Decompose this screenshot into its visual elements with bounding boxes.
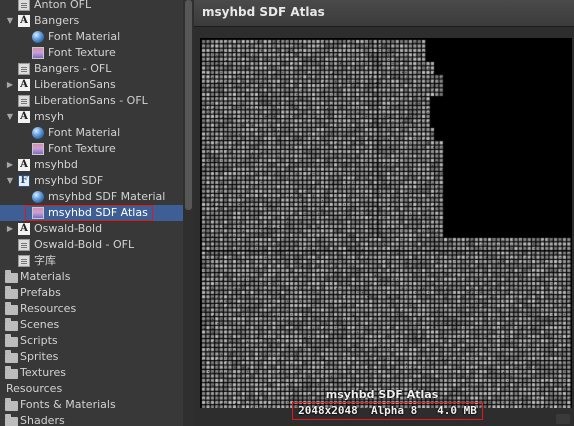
- font-icon: A: [18, 223, 30, 235]
- texture-icon: [32, 143, 44, 155]
- font-icon: A: [18, 159, 30, 171]
- collapse-arrow-icon[interactable]: ▶: [5, 157, 15, 173]
- material-icon: [32, 31, 44, 43]
- tree-item[interactable]: ▼ Fmsyhbd SDF: [0, 173, 183, 189]
- folder-icon: [5, 318, 18, 331]
- sdf-font-icon: F: [18, 175, 30, 187]
- tree-item-label: Bangers: [34, 14, 80, 27]
- tree-item[interactable]: Font Texture: [0, 45, 183, 61]
- tree-item-label: Resources: [20, 302, 77, 315]
- tree-item-label: Prefabs: [20, 286, 61, 299]
- tree-item-label: Anton OFL: [34, 0, 92, 11]
- tree-item-label: Shaders: [20, 414, 65, 426]
- tree-item[interactable]: msyhbd SDF Atlas: [0, 205, 183, 221]
- tree-item-label: msyhbd: [34, 158, 78, 171]
- tree-item[interactable]: Textures: [0, 365, 183, 381]
- folder-icon: [5, 302, 18, 315]
- tree-item-label: Oswald-Bold - OFL: [34, 238, 135, 251]
- tree-item[interactable]: Shaders: [0, 413, 183, 426]
- tree-item[interactable]: ▶ A LiberationSans: [0, 77, 183, 93]
- tree-item-label: Bangers - OFL: [34, 62, 112, 75]
- doc-icon: [18, 63, 30, 75]
- expand-arrow-icon[interactable]: ▼: [5, 13, 15, 29]
- tree-item[interactable]: Font Texture: [0, 141, 183, 157]
- folder-icon: [5, 366, 18, 379]
- tree-item-label: Font Material: [48, 30, 121, 43]
- tree-item[interactable]: Oswald-Bold - OFL: [0, 237, 183, 253]
- texture-icon: [32, 47, 44, 59]
- collapse-arrow-icon[interactable]: ▶: [5, 221, 15, 237]
- tree-item[interactable]: Materials: [0, 269, 183, 285]
- preview-title: msyhbd SDF Atlas: [202, 5, 325, 19]
- preview-header: msyhbd SDF Atlas: [194, 0, 574, 27]
- tree-item[interactable]: Resources: [0, 301, 183, 317]
- tree-item-label: Scenes: [20, 318, 60, 331]
- tree-item[interactable]: 字库: [0, 253, 183, 269]
- expand-arrow-icon[interactable]: ▼: [5, 173, 15, 189]
- font-icon: A: [18, 79, 30, 91]
- tree-item-label: Resources: [6, 382, 63, 395]
- selection-highlight-box: [25, 205, 153, 221]
- tree-item-label: msyhbd SDF: [34, 174, 104, 187]
- tree-item[interactable]: Font Material: [0, 125, 183, 141]
- tree-item-label: Materials: [20, 270, 71, 283]
- tree-item-label: Scripts: [20, 334, 58, 347]
- preview-options-button[interactable]: [556, 414, 570, 424]
- scrollbar-thumb[interactable]: [185, 0, 192, 210]
- font-icon: A: [18, 111, 30, 123]
- tree-item[interactable]: ▼ A Bangers: [0, 13, 183, 29]
- tree-item-label: Sprites: [20, 350, 59, 363]
- tree-item[interactable]: msyhbd SDF Material: [0, 189, 183, 205]
- tree-item[interactable]: ▼ Amsyh: [0, 109, 183, 125]
- project-tree: Anton OFL ▼ A Bangers Font Material Font Text…: [0, 0, 183, 426]
- doc-icon: [18, 239, 30, 251]
- folder-icon: [5, 286, 18, 299]
- tree-item[interactable]: Resources: [0, 381, 183, 397]
- doc-icon: [18, 0, 30, 11]
- tree-item[interactable]: LiberationSans - OFL: [0, 93, 183, 109]
- sdf-atlas-texture-image: [200, 38, 572, 408]
- atlas-name-overlay: msyhbd SDF Atlas: [325, 388, 439, 401]
- material-icon: [32, 191, 44, 203]
- tree-item[interactable]: Prefabs: [0, 285, 183, 301]
- folder-icon: [5, 350, 18, 363]
- tree-item[interactable]: Anton OFL: [0, 0, 183, 13]
- folder-icon: [5, 334, 18, 347]
- tree-item-label: Font Texture: [48, 142, 116, 155]
- tree-item[interactable]: ▶ A Oswald-Bold: [0, 221, 183, 237]
- material-icon: [32, 127, 44, 139]
- folder-icon: [5, 414, 18, 426]
- folder-icon: [5, 398, 18, 411]
- doc-icon: [18, 255, 30, 267]
- font-icon: A: [18, 15, 30, 27]
- expand-arrow-icon[interactable]: ▼: [5, 109, 15, 125]
- tree-item[interactable]: Scenes: [0, 317, 183, 333]
- tree-item-label: Textures: [20, 366, 66, 379]
- tree-item-label: msyh: [34, 110, 64, 123]
- collapse-arrow-icon[interactable]: ▶: [5, 77, 15, 93]
- doc-icon: [18, 95, 30, 107]
- tree-item-label: 字库: [34, 254, 56, 267]
- tree-item-label: Oswald-Bold: [34, 222, 103, 235]
- tree-item-label: Font Texture: [48, 46, 116, 59]
- tree-item-label: Font Material: [48, 126, 121, 139]
- tree-item-label: LiberationSans: [34, 78, 116, 91]
- texture-info-label: 2048x2048 Alpha 8 4.0 MB: [292, 402, 483, 420]
- tree-item-label: Fonts & Materials: [20, 398, 116, 411]
- project-tree-scrollbar[interactable]: [183, 0, 194, 426]
- tree-item-label: LiberationSans - OFL: [34, 94, 148, 107]
- tree-item-label: msyhbd SDF Material: [48, 190, 166, 203]
- tree-item[interactable]: Bangers - OFL: [0, 61, 183, 77]
- tree-item[interactable]: ▶ Amsyhbd: [0, 157, 183, 173]
- tree-item[interactable]: Scripts: [0, 333, 183, 349]
- tree-item[interactable]: Font Material: [0, 29, 183, 45]
- texture-preview-panel: msyhbd SDF Atlas msyhbd SDF Atlas 2048x2…: [194, 0, 574, 426]
- folder-icon: [5, 270, 18, 283]
- tree-item[interactable]: Sprites: [0, 349, 183, 365]
- tree-item[interactable]: Fonts & Materials: [0, 397, 183, 413]
